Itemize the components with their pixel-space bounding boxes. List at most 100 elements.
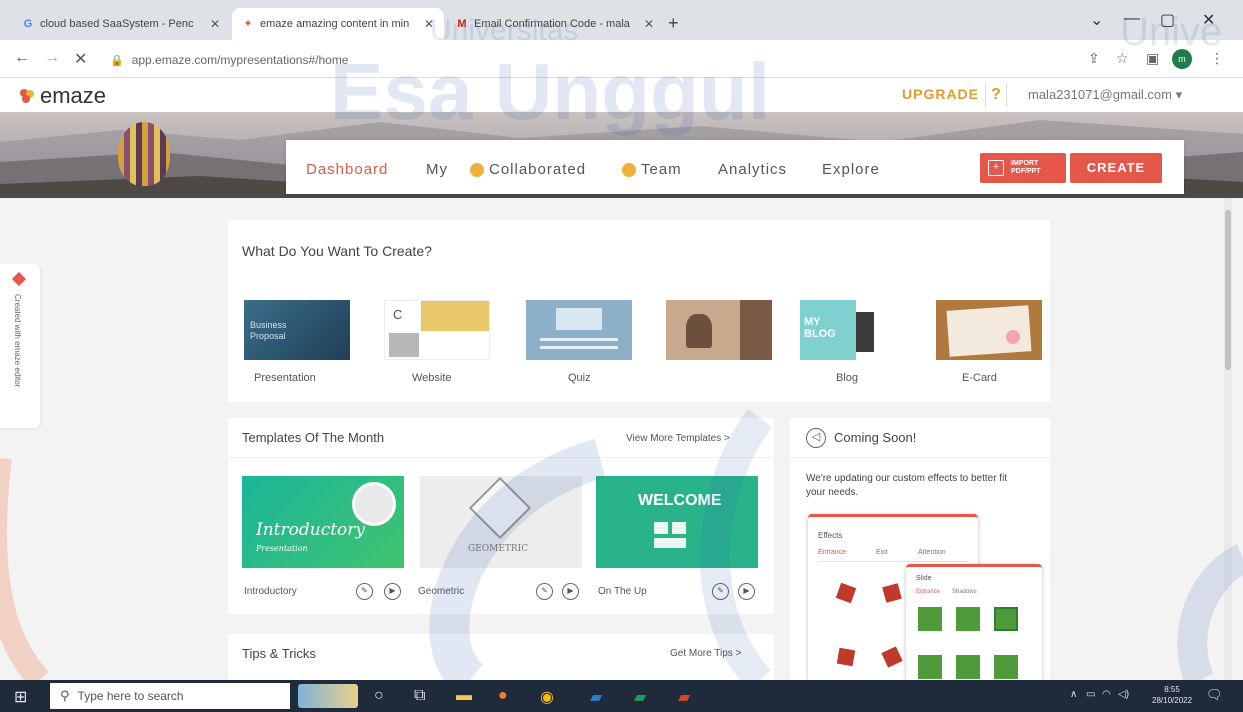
taskbar-widget-thumbnail[interactable] xyxy=(298,684,358,708)
play-icon[interactable]: ▶ xyxy=(738,583,755,600)
tray-chevron-icon[interactable]: ∧ xyxy=(1070,689,1077,700)
coming-soon-header xyxy=(790,418,1050,458)
help-button[interactable]: ? xyxy=(985,83,1007,107)
introductory-thumb-title: Introductory xyxy=(256,520,366,540)
word-icon[interactable]: ▰ xyxy=(590,687,602,707)
search-icon: ⚲ xyxy=(60,688,70,703)
tab-search-icon[interactable]: ⌄ xyxy=(1090,10,1103,30)
create-panel-title: What Do You Want To Create? xyxy=(242,243,432,259)
task-view-icon[interactable]: ⧉ xyxy=(414,687,425,705)
template-on-the-up-name: On The Up xyxy=(598,586,647,597)
effects-title: Effects xyxy=(818,531,843,540)
emaze-header: emaze UPGRADE ? mala231071@gmail.com ▾ xyxy=(0,78,1243,112)
maximize-button[interactable]: ▢ xyxy=(1160,10,1175,30)
template-geometric-name: Geometric xyxy=(418,586,465,597)
import-pdf-ppt-button[interactable]: + IMPORT PDF/PPT xyxy=(980,153,1066,183)
emaze-logo[interactable]: emaze xyxy=(18,83,106,109)
templates-panel-title: Templates Of The Month xyxy=(242,430,385,445)
side-feedback-tab[interactable]: Created with emaze editor xyxy=(0,264,40,428)
battery-icon[interactable]: ▭ xyxy=(1086,689,1095,700)
firefox-icon[interactable]: ● xyxy=(498,687,508,705)
presentation-thumb-text: Business Proposal xyxy=(250,320,287,341)
create-blog-label: Blog xyxy=(836,372,859,384)
stop-loading-icon[interactable]: ✕ xyxy=(74,49,87,69)
tab-label: emaze amazing content in min xyxy=(260,18,410,30)
presentation-thumbnail: Business Proposal xyxy=(244,300,350,360)
emaze-small-icon xyxy=(11,271,27,287)
edit-pencil-icon[interactable]: ✎ xyxy=(712,583,729,600)
nav-explore[interactable]: Explore xyxy=(822,161,880,178)
nav-collaborated-label: Collaborated xyxy=(489,161,587,178)
edit-pencil-icon[interactable]: ✎ xyxy=(356,583,373,600)
import-icon: + xyxy=(988,160,1004,176)
chrome-icon[interactable]: ◉ xyxy=(540,687,554,707)
taskbar-search-box[interactable]: ⚲ Type here to search xyxy=(50,683,290,709)
url-field[interactable]: 🔒 app.emaze.com/mypresentations#/home xyxy=(110,49,1010,71)
nav-dashboard[interactable]: Dashboard xyxy=(306,161,388,178)
template-introductory-thumb[interactable]: Introductory Presentation xyxy=(242,476,404,568)
upgrade-link[interactable]: UPGRADE xyxy=(902,86,979,102)
powerpoint-icon[interactable]: ▰ xyxy=(678,687,690,707)
emaze-favicon-icon: ✦ xyxy=(243,18,253,30)
submenu-tab-shadows: Shadows xyxy=(952,589,977,595)
browser-tab-saas[interactable]: G cloud based SaaSystem - Penc ✕ xyxy=(12,8,230,40)
create-ecard-label: E-Card xyxy=(962,372,997,384)
nav-collaborated[interactable]: Collaborated xyxy=(470,161,586,178)
network-icon[interactable]: ◠ xyxy=(1102,689,1111,700)
quiz-thumbnail xyxy=(526,300,632,360)
effects-tab-attention: Attention xyxy=(918,549,946,556)
browser-menu-icon[interactable]: ⋮ xyxy=(1210,50,1224,67)
view-more-templates-link[interactable]: View More Templates > xyxy=(626,433,730,444)
template-on-the-up-thumb[interactable]: WELCOME xyxy=(596,476,758,568)
taskbar-clock[interactable]: 8:55 28/10/2022 xyxy=(1152,684,1192,706)
minimize-button[interactable]: — xyxy=(1124,10,1140,28)
play-icon[interactable]: ▶ xyxy=(384,583,401,600)
play-icon[interactable]: ▶ xyxy=(562,583,579,600)
close-tab-icon[interactable]: ✕ xyxy=(210,17,220,31)
create-ecard-tile[interactable] xyxy=(936,300,1042,360)
profile-avatar[interactable]: m xyxy=(1172,49,1192,69)
create-quiz-tile[interactable] xyxy=(526,300,632,360)
cortana-icon[interactable]: ○ xyxy=(374,687,384,705)
close-tab-icon[interactable]: ✕ xyxy=(424,17,434,31)
user-email: mala231071@gmail.com xyxy=(1028,87,1172,102)
collaborated-badge-icon xyxy=(470,162,484,177)
share-icon[interactable]: ⇪ xyxy=(1088,50,1100,67)
windows-start-icon[interactable]: ⊞ xyxy=(14,687,27,707)
nav-analytics[interactable]: Analytics xyxy=(718,161,787,178)
browser-tab-email[interactable]: M Email Confirmation Code - mala ✕ xyxy=(446,8,664,40)
create-blog-tile[interactable]: MY BLOG xyxy=(800,300,906,360)
create-website-tile[interactable]: C xyxy=(384,300,490,360)
user-account-menu[interactable]: mala231071@gmail.com ▾ xyxy=(1028,87,1182,103)
nav-my[interactable]: My xyxy=(426,161,448,178)
nav-team[interactable]: Team xyxy=(622,161,682,178)
hot-air-balloon-image xyxy=(118,122,170,186)
file-explorer-icon[interactable]: ▬ xyxy=(456,687,472,705)
import-label-line1: IMPORT xyxy=(1011,160,1039,167)
browser-tab-emaze[interactable]: ✦ emaze amazing content in min ✕ xyxy=(232,8,444,40)
page-scrollbar-thumb[interactable] xyxy=(1225,210,1231,370)
edit-pencil-icon[interactable]: ✎ xyxy=(536,583,553,600)
introductory-thumb-sub: Presentation xyxy=(256,544,308,553)
excel-icon[interactable]: ▰ xyxy=(634,687,646,707)
get-more-tips-link[interactable]: Get More Tips > xyxy=(670,648,741,659)
website-thumbnail: C xyxy=(384,300,490,360)
url-text: app.emaze.com/mypresentations#/home xyxy=(131,53,349,67)
back-arrow-icon[interactable]: ← xyxy=(14,49,30,67)
address-bar-row: ← → ✕ 🔒 app.emaze.com/mypresentations#/h… xyxy=(0,40,1243,78)
create-presentation-tile[interactable]: Business Proposal xyxy=(244,300,350,360)
bookmark-star-icon[interactable]: ☆ xyxy=(1116,50,1129,67)
submenu-title: Slide xyxy=(916,575,932,582)
notification-icon[interactable]: 🗨 xyxy=(1206,687,1223,703)
template-geometric-thumb[interactable]: GEOMETRIC xyxy=(420,476,582,568)
create-button[interactable]: CREATE xyxy=(1070,153,1162,183)
side-panel-icon[interactable]: ▣ xyxy=(1146,50,1159,67)
new-tab-button[interactable]: + xyxy=(668,14,679,32)
create-photo-tile[interactable] xyxy=(666,300,772,360)
forward-arrow-icon[interactable]: → xyxy=(44,49,60,67)
close-tab-icon[interactable]: ✕ xyxy=(644,17,654,31)
side-tab-text: Created with emaze editor xyxy=(13,294,22,388)
close-window-button[interactable]: ✕ xyxy=(1202,10,1215,30)
submenu-tab-entrance: Entrance xyxy=(916,589,941,595)
volume-icon[interactable]: ◁) xyxy=(1118,689,1129,700)
